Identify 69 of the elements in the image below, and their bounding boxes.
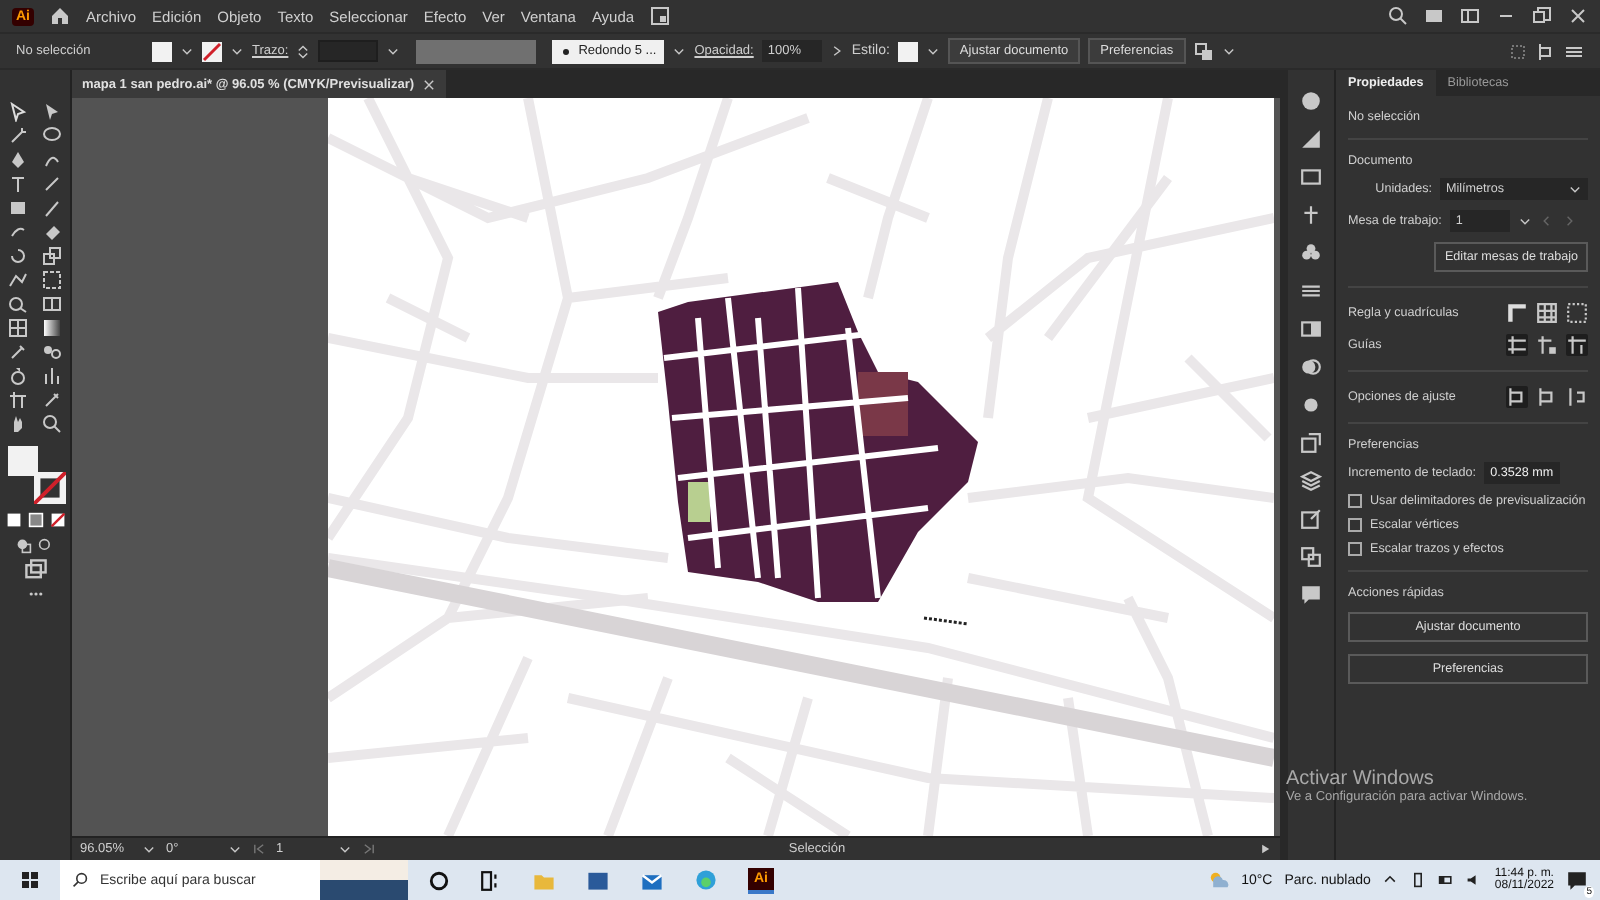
first-artboard-icon[interactable] [252, 842, 266, 856]
club-symbol-icon[interactable] [1300, 242, 1322, 264]
ruler-icon[interactable] [1506, 302, 1528, 324]
none-mode-icon[interactable] [49, 512, 65, 528]
last-artboard-icon[interactable] [362, 842, 376, 856]
caret-icon[interactable] [386, 44, 401, 58]
checkbox[interactable] [1348, 494, 1362, 508]
comment-icon[interactable] [1300, 584, 1322, 606]
chevron-right-icon[interactable] [829, 44, 844, 58]
style-swatch[interactable] [897, 41, 918, 61]
caret-icon[interactable] [1221, 44, 1236, 58]
layers-icon[interactable] [1300, 470, 1322, 492]
bar-graph-icon[interactable] [42, 366, 62, 386]
play-icon[interactable] [1258, 842, 1272, 856]
arrange-documents-icon[interactable] [650, 6, 671, 26]
caret-icon[interactable] [925, 44, 940, 58]
close-icon[interactable] [422, 77, 437, 91]
battery-icon[interactable] [1438, 872, 1455, 888]
brush-dot-icon [560, 45, 573, 57]
rotate-icon[interactable] [8, 246, 28, 266]
caret-icon[interactable] [672, 44, 687, 58]
windows-start-icon[interactable] [20, 870, 40, 890]
restore-icon[interactable] [1532, 6, 1552, 26]
caret-icon[interactable] [230, 44, 244, 58]
stepper-icon[interactable] [296, 41, 311, 61]
notifications-icon[interactable] [1566, 869, 1588, 891]
variable-width-field[interactable] [416, 39, 537, 63]
gradient-mode-icon[interactable] [27, 512, 43, 528]
stroke-color-swatch[interactable] [33, 472, 65, 504]
caret-icon[interactable] [142, 842, 156, 856]
chevron-up-icon[interactable] [1382, 872, 1399, 888]
search-icon[interactable] [1388, 6, 1408, 26]
stroke-swatch[interactable] [202, 41, 222, 61]
guides-icon[interactable] [1506, 334, 1528, 356]
gradient-icon[interactable] [42, 318, 62, 338]
panel-menu-icon[interactable] [1564, 41, 1584, 61]
lock-guides-icon[interactable] [1536, 334, 1558, 356]
search-highlight-picture [320, 860, 408, 900]
caret-icon[interactable] [338, 842, 352, 856]
paintbrush-icon[interactable] [42, 198, 62, 218]
select-similar-icon[interactable] [1193, 41, 1214, 61]
circles-icon[interactable] [1300, 356, 1322, 378]
caret-icon[interactable] [1568, 182, 1582, 196]
caret-icon[interactable] [180, 44, 194, 58]
align-icon[interactable] [1536, 41, 1556, 61]
zoom-icon[interactable] [42, 414, 62, 434]
smart-guides-icon[interactable] [1566, 334, 1588, 356]
caret-icon[interactable] [1517, 214, 1532, 228]
selection-arrow-icon[interactable] [8, 102, 28, 122]
close-icon[interactable] [1568, 6, 1588, 26]
grid-icon[interactable] [1536, 302, 1558, 324]
align-grid-icon[interactable] [1508, 41, 1528, 61]
pixel-grid-icon[interactable] [1566, 302, 1588, 324]
panel-layout-icon[interactable] [1460, 6, 1480, 26]
checkbox[interactable] [1348, 542, 1362, 556]
activation-title: Activar Windows [1286, 768, 1436, 790]
color-mode-icon[interactable] [5, 512, 21, 528]
text-icon[interactable] [8, 174, 28, 194]
caret-icon[interactable] [228, 842, 242, 856]
lines-icon[interactable] [1300, 280, 1322, 302]
workspace-icon[interactable] [1424, 6, 1444, 26]
fill-color-swatch[interactable] [7, 446, 37, 476]
rectangle-icon[interactable] [8, 198, 28, 218]
fill-swatch[interactable] [152, 41, 172, 61]
home-icon[interactable] [50, 6, 70, 26]
line-icon[interactable] [42, 174, 62, 194]
eyedropper-icon[interactable] [8, 342, 28, 362]
checkbox[interactable] [1348, 518, 1362, 532]
direct-selection-icon[interactable] [42, 102, 62, 122]
